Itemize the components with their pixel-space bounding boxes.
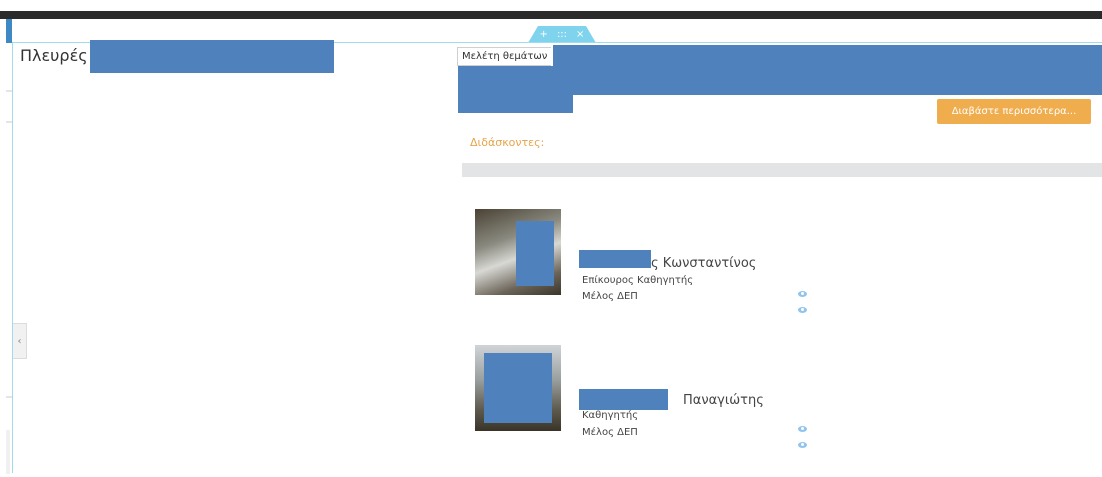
redacted-block (553, 45, 1102, 95)
teacher-name[interactable]: ς Κωνσταντίνος (651, 256, 756, 271)
eye-icon[interactable] (798, 291, 807, 297)
redacted-block (484, 353, 552, 423)
redacted-block (90, 40, 334, 73)
eye-icon[interactable] (798, 442, 807, 448)
side-tick (6, 90, 12, 92)
teachers-label: Διδάσκοντες: (470, 136, 545, 149)
drag-handle-icon[interactable]: ::: (557, 29, 567, 40)
teacher-rank: Καθηγητής (582, 410, 639, 421)
teacher-name[interactable]: Παναγιώτης (683, 393, 764, 408)
redacted-block (516, 221, 554, 286)
chevron-left-icon: ‹ (17, 335, 22, 347)
redacted-block (579, 250, 651, 268)
close-icon[interactable]: × (576, 29, 584, 40)
redacted-block (579, 389, 668, 410)
side-tick (6, 396, 12, 398)
breadcrumb[interactable]: Μελέτη θεμάτων (457, 47, 552, 66)
teacher-rank: Επίκουρος Καθηγητής (582, 275, 694, 286)
left-edge-marker (6, 19, 12, 43)
redacted-block (458, 66, 573, 113)
side-tick (6, 430, 10, 474)
section-handle-tab[interactable]: + ::: × (528, 26, 596, 43)
side-tick (6, 121, 12, 123)
section-divider-strip (462, 163, 1102, 177)
read-more-button[interactable]: Διαβάστε περισσότερα... (937, 99, 1091, 124)
left-panel-title: Πλευρές (20, 46, 88, 65)
teacher-role: Μέλος ΔΕΠ (582, 427, 638, 438)
collapse-panel-button[interactable]: ‹ (13, 323, 27, 359)
eye-icon[interactable] (798, 426, 807, 432)
add-icon[interactable]: + (540, 29, 548, 40)
top-toolbar-bar (0, 11, 1102, 19)
eye-icon[interactable] (798, 307, 807, 313)
teacher-role: Μέλος ΔΕΠ (582, 291, 638, 302)
